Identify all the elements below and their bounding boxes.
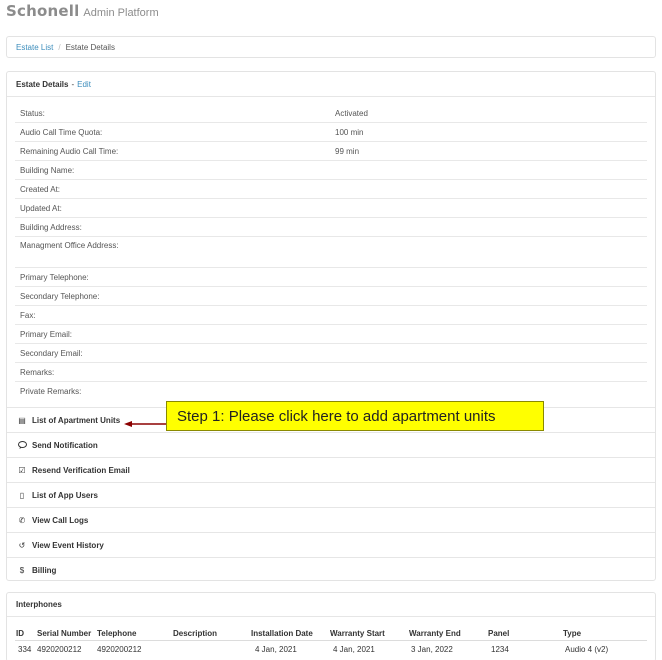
- callout-arrow-icon: [124, 421, 168, 427]
- interphones-panel: Interphones ID Serial Number Telephone D…: [6, 592, 656, 660]
- action-label: Resend Verification Email: [32, 465, 130, 475]
- cell-type: Audio 4 (v2): [565, 645, 609, 654]
- estate-details-title: Estate Details: [16, 79, 69, 89]
- column-header-warranty-end: Warranty End: [409, 629, 461, 638]
- cell-panel: 1234: [491, 645, 509, 654]
- detail-row-quota: Audio Call Time Quota: 100 min: [15, 123, 647, 142]
- resend-verification-email-button[interactable]: ☑ Resend Verification Email: [7, 457, 655, 482]
- detail-row-secondary-email: Secondary Email:: [15, 344, 647, 363]
- chat-icon: [16, 441, 28, 449]
- breadcrumb-separator: /: [58, 42, 61, 52]
- heading-separator: -: [71, 79, 75, 89]
- detail-value: Activated: [335, 108, 368, 118]
- action-label: View Call Logs: [32, 515, 89, 525]
- detail-label: Primary Telephone:: [20, 272, 89, 282]
- mobile-icon: ▯: [19, 490, 25, 500]
- phone-icon: ✆: [18, 515, 26, 525]
- detail-row-primary-email: Primary Email:: [15, 325, 647, 344]
- dollar-icon: $: [19, 565, 25, 575]
- column-header-installation-date: Installation Date: [251, 629, 313, 638]
- cell-id: 334: [18, 645, 32, 654]
- column-header-serial: Serial Number: [37, 629, 92, 638]
- tutorial-callout: Step 1: Please click here to add apartme…: [166, 401, 544, 431]
- detail-row-private-remarks: Private Remarks:: [15, 382, 647, 401]
- detail-row-building-address: Building Address:: [15, 218, 647, 237]
- detail-value: 100 min: [335, 127, 364, 137]
- breadcrumb: Estate List / Estate Details: [6, 36, 656, 58]
- list-card-icon: ▤: [18, 415, 26, 425]
- action-label: Billing: [32, 565, 57, 575]
- detail-label: Primary Email:: [20, 329, 73, 339]
- action-label: List of App Users: [32, 490, 98, 500]
- detail-label: Created At:: [20, 184, 61, 194]
- action-label: Send Notification: [32, 440, 98, 450]
- callout-text: Step 1: Please click here to add apartme…: [177, 407, 496, 425]
- column-header-description: Description: [173, 629, 218, 638]
- interphones-title: Interphones: [16, 600, 62, 609]
- detail-label: Private Remarks:: [20, 387, 82, 396]
- detail-row-updated-at: Updated At:: [15, 199, 647, 218]
- detail-row-fax: Fax:: [15, 306, 647, 325]
- check-square-icon: ☑: [18, 465, 26, 475]
- detail-row-status: Status: Activated: [15, 104, 647, 123]
- detail-value: 99 min: [335, 146, 360, 156]
- detail-label: Audio Call Time Quota:: [20, 127, 103, 137]
- detail-label: Building Address:: [20, 222, 82, 232]
- brand-subtitle: Admin Platform: [83, 7, 159, 19]
- detail-label: Secondary Email:: [20, 348, 83, 358]
- column-header-panel: Panel: [488, 629, 510, 638]
- interphones-heading: Interphones: [7, 593, 655, 617]
- edit-link[interactable]: Edit: [77, 80, 91, 89]
- cell-installation-date: 4 Jan, 2021: [255, 645, 297, 654]
- detail-label: Updated At:: [20, 203, 62, 213]
- cell-warranty-end: 3 Jan, 2022: [411, 645, 453, 654]
- detail-row-created-at: Created At:: [15, 180, 647, 199]
- detail-row-remarks: Remarks:: [15, 363, 647, 382]
- send-notification-button[interactable]: Send Notification: [7, 432, 655, 457]
- detail-row-remaining: Remaining Audio Call Time: 99 min: [15, 142, 647, 161]
- view-call-logs-button[interactable]: ✆ View Call Logs: [7, 507, 655, 532]
- cell-serial: 4920200212: [37, 645, 82, 654]
- breadcrumb-current: Estate Details: [65, 42, 115, 52]
- detail-row-building-name: Building Name:: [15, 161, 647, 180]
- detail-row-secondary-telephone: Secondary Telephone:: [15, 287, 647, 306]
- list-app-users-button[interactable]: ▯ List of App Users: [7, 482, 655, 507]
- detail-row-primary-telephone: Primary Telephone:: [15, 268, 647, 287]
- detail-label: Fax:: [20, 310, 36, 320]
- brand-logo: Schonell Admin Platform: [6, 2, 159, 20]
- detail-label: Building Name:: [20, 165, 75, 175]
- billing-button[interactable]: $ Billing: [7, 557, 655, 582]
- estate-details-heading: Estate Details - Edit: [7, 72, 655, 97]
- detail-label: Remarks:: [20, 367, 55, 377]
- column-header-warranty-start: Warranty Start: [330, 629, 385, 638]
- action-label: List of Apartment Units: [32, 415, 121, 425]
- detail-label: Remaining Audio Call Time:: [20, 146, 119, 156]
- brand-name: Schonell: [6, 2, 80, 20]
- detail-label: Managment Office Address:: [20, 241, 119, 250]
- column-header-telephone: Telephone: [97, 629, 137, 638]
- view-event-history-button[interactable]: ↺ View Event History: [7, 532, 655, 557]
- detail-label: Secondary Telephone:: [20, 291, 100, 301]
- cell-telephone: 4920200212: [97, 645, 142, 654]
- action-label: View Event History: [32, 540, 104, 550]
- column-header-id: ID: [16, 629, 24, 638]
- history-icon: ↺: [18, 540, 26, 550]
- column-header-type: Type: [563, 629, 582, 638]
- breadcrumb-estate-list-link[interactable]: Estate List: [16, 43, 53, 52]
- detail-row-management-address: Managment Office Address:: [15, 237, 647, 268]
- cell-warranty-start: 4 Jan, 2021: [333, 645, 375, 654]
- estate-details-panel: Estate Details - Edit Status: Activated …: [6, 71, 656, 581]
- table-header-divider: [15, 640, 647, 641]
- detail-label: Status:: [20, 108, 45, 118]
